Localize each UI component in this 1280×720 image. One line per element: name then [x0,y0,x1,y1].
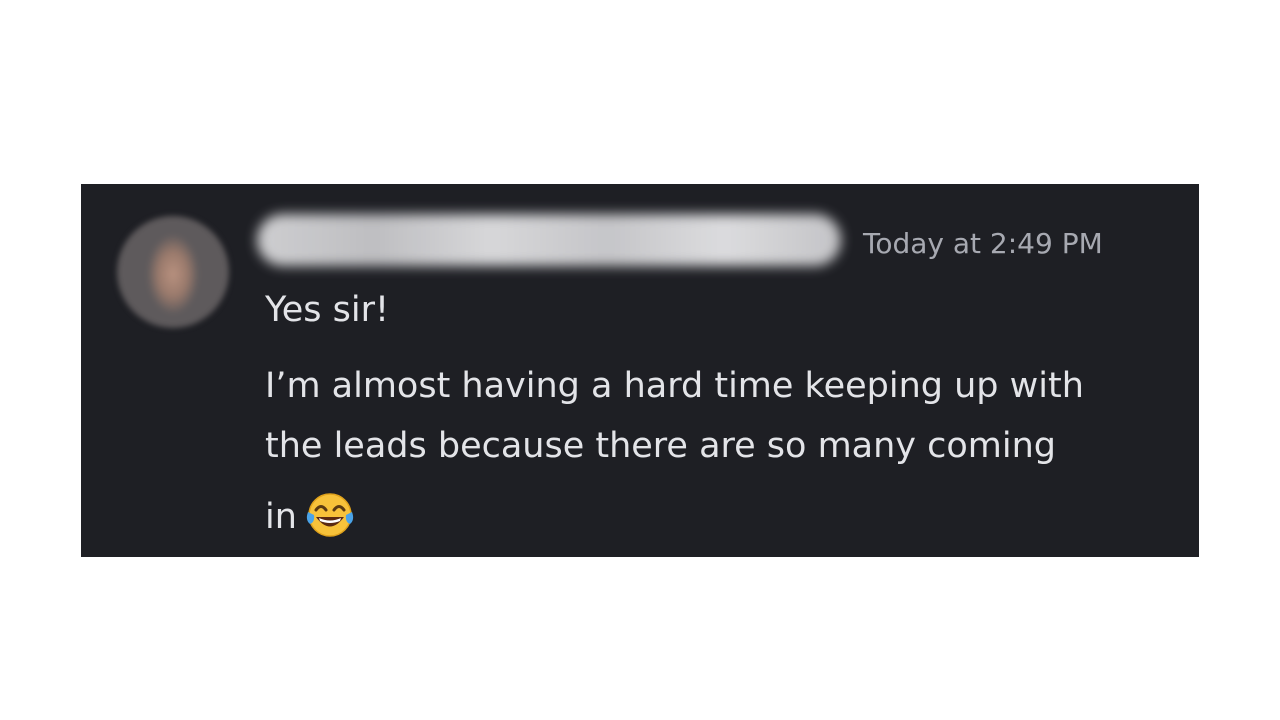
username-redacted [257,214,841,266]
avatar[interactable] [117,216,229,328]
message-line: Yes sir! [265,290,390,330]
message-line: the leads because there are so many comi… [265,426,1057,466]
message-timestamp: Today at 2:49 PM [863,227,1103,260]
message-line: in [265,497,297,537]
chat-message: Today at 2:49 PM Yes sir! I’m almost hav… [81,184,1199,557]
message-line: I’m almost having a hard time keeping up… [265,366,1084,406]
page: Today at 2:49 PM Yes sir! I’m almost hav… [0,0,1280,720]
face-with-tears-of-joy-icon [305,490,355,540]
message-last-line: in [265,490,355,540]
